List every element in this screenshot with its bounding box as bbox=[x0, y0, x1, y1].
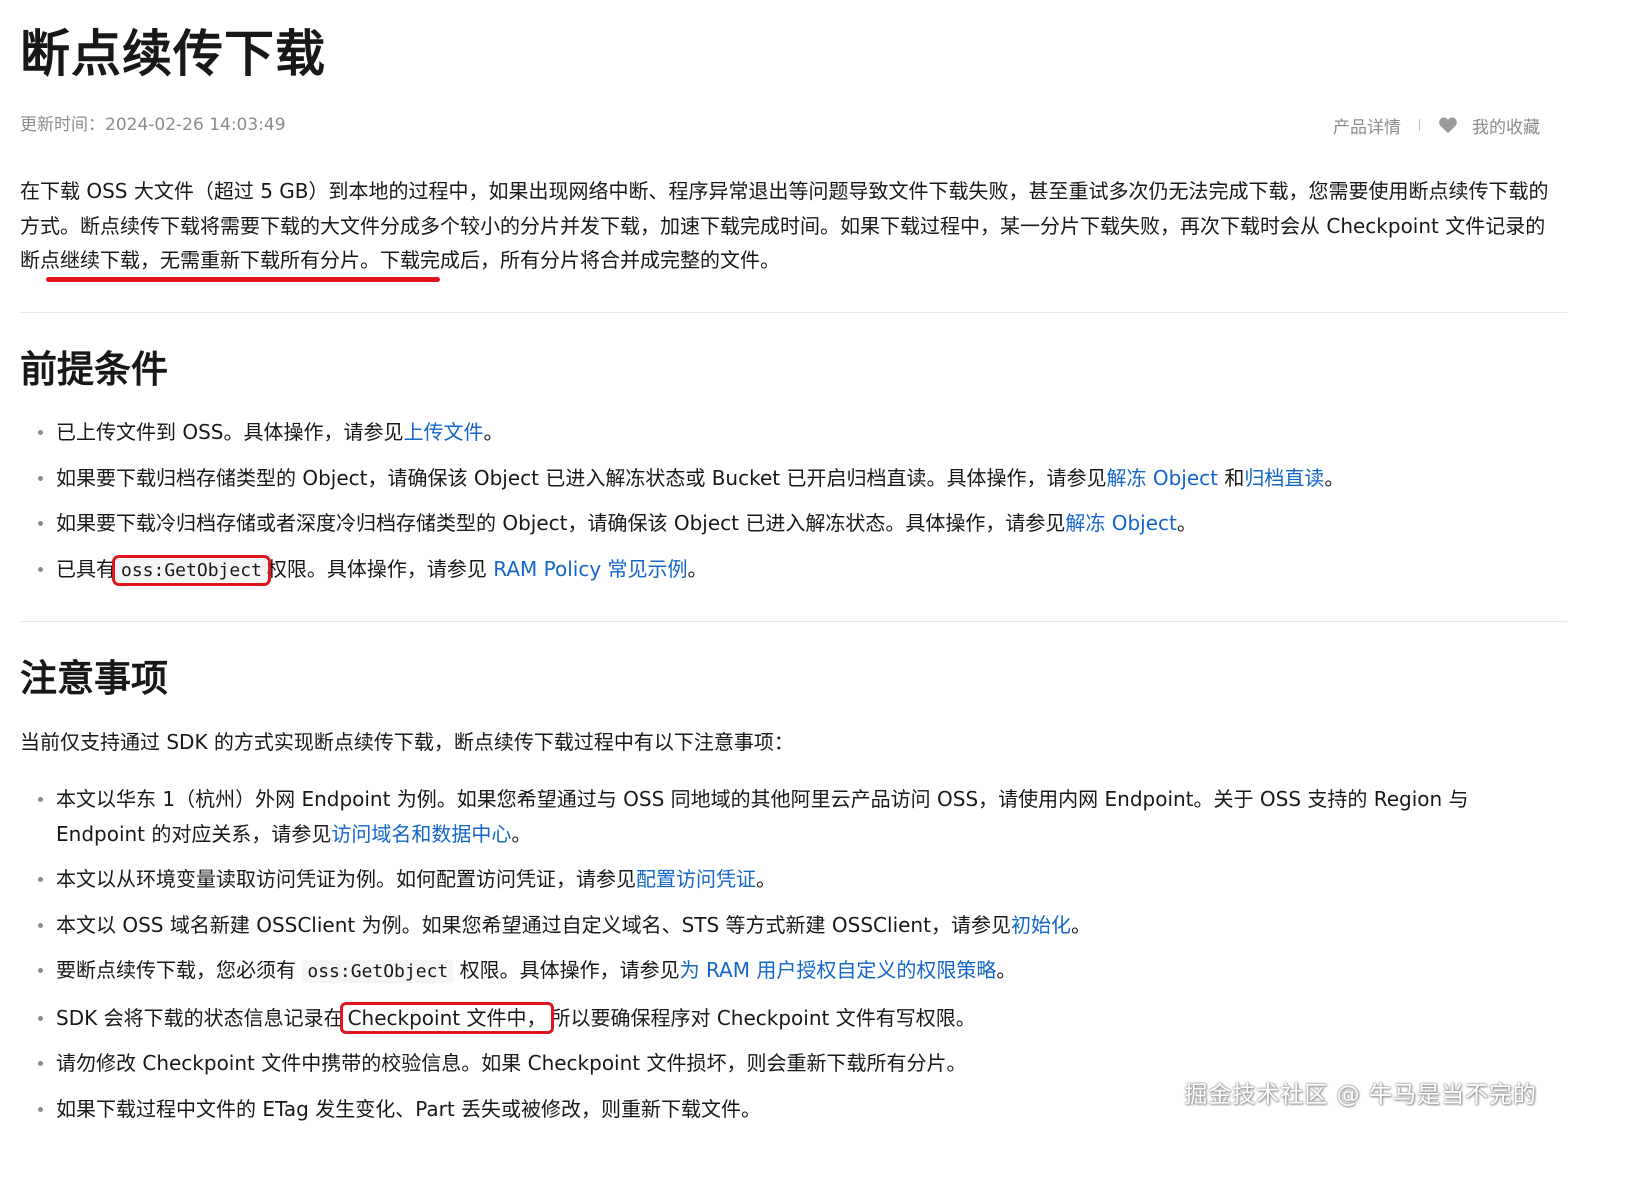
item-end: 。 bbox=[1324, 465, 1345, 490]
link-unfreeze-object[interactable]: 解冻 Object bbox=[1106, 466, 1218, 490]
bullet-icon bbox=[38, 430, 43, 435]
list-item: 如果要下载归档存储类型的 Object，请确保该 Object 已进入解冻状态或… bbox=[20, 461, 1550, 496]
item-end: 。 bbox=[687, 556, 708, 581]
meta-divider bbox=[1419, 119, 1420, 131]
bullet-icon bbox=[38, 521, 43, 526]
permission-code: oss:GetObject bbox=[302, 960, 454, 983]
bullet-icon bbox=[38, 968, 43, 973]
bullet-icon bbox=[38, 1106, 43, 1112]
link-initialization[interactable]: 初始化 bbox=[1011, 913, 1071, 937]
section-divider bbox=[20, 621, 1567, 622]
intro-text-1: 在下载 OSS 大文件（超过 5 GB）到本地的过程中，如果出现网络中断、程序异… bbox=[20, 179, 1549, 238]
item-text: 本文以 OSS 域名新建 OSSClient 为例。如果您希望通过自定义域名、S… bbox=[56, 912, 1011, 937]
link-endpoints-regions[interactable]: 访问域名和数据中心 bbox=[331, 822, 511, 846]
checkpoint-boxed-text: Checkpoint 文件中， bbox=[339, 1001, 555, 1034]
list-item: SDK 会将下载的状态信息记录在 Checkpoint 文件中， 所以要确保程序对 … bbox=[20, 1001, 1550, 1036]
favorites-label: 我的收藏 bbox=[1472, 117, 1540, 138]
item-end: 。 bbox=[483, 420, 504, 444]
list-item: 本文以从环境变量读取访问凭证为例。如何配置访问凭证，请参见配置访问凭证。 bbox=[20, 862, 1550, 897]
item-text: 和 bbox=[1217, 465, 1245, 490]
permission-code-boxed: oss:GetObject bbox=[112, 554, 271, 586]
intro-paragraph: 在下载 OSS 大文件（超过 5 GB）到本地的过程中，如果出现网络中断、程序异… bbox=[20, 174, 1560, 278]
item-text: SDK 会将下载的状态信息记录在 bbox=[56, 1005, 344, 1030]
list-item: 本文以 OSS 域名新建 OSSClient 为例。如果您希望通过自定义域名、S… bbox=[20, 908, 1550, 943]
list-item: 本文以华东 1（杭州）外网 Endpoint 为例。如果您希望通过与 OSS 同… bbox=[20, 782, 1550, 851]
item-text: 已上传文件到 OSS。具体操作，请参见 bbox=[56, 420, 404, 444]
bullet-icon bbox=[38, 877, 43, 882]
list-item: 已具有 oss:GetObject 权限。具体操作，请参见 RAM Policy 常… bbox=[20, 552, 1550, 589]
item-text: 本文以华东 1（杭州）外网 Endpoint 为例。如果您希望通过与 OSS 同… bbox=[56, 787, 1469, 846]
item-end: 。 bbox=[1176, 511, 1197, 535]
list-item: 要断点续传下载，您必须有 oss:GetObject 权限。具体操作，请参见为 … bbox=[20, 953, 1550, 990]
list-item: 如果要下载冷归档存储或者深度冷归档存储类型的 Object，请确保该 Objec… bbox=[20, 506, 1550, 541]
notes-intro: 当前仅支持通过 SDK 的方式实现断点续传下载，断点续传下载过程中有以下注意事项… bbox=[20, 730, 794, 754]
list-item: 已上传文件到 OSS。具体操作，请参见上传文件。 bbox=[20, 415, 1550, 450]
watermark: 掘金技术社区 @ 牛马是当不完的 bbox=[1184, 1082, 1537, 1108]
bullet-icon bbox=[38, 475, 43, 481]
bullet-icon bbox=[38, 566, 43, 572]
article-page: 断点续传下载 更新时间：2024-02-26 14:03:49 产品详情 我的收… bbox=[0, 0, 1647, 1191]
bullet-icon bbox=[38, 1061, 43, 1066]
link-ram-policy-examples[interactable]: RAM Policy 常见示例 bbox=[493, 557, 687, 581]
item-text: 所以要确保程序对 Checkpoint 文件有写权限。 bbox=[550, 1005, 976, 1030]
item-end: 。 bbox=[996, 958, 1017, 982]
page-title: 断点续传下载 bbox=[20, 25, 326, 83]
item-text: 如果要下载冷归档存储或者深度冷归档存储类型的 Object，请确保该 Objec… bbox=[56, 511, 1066, 535]
item-text: 本文以从环境变量读取访问凭证为例。如何配置访问凭证，请参见 bbox=[56, 867, 636, 891]
update-time: 更新时间：2024-02-26 14:03:49 bbox=[20, 115, 286, 135]
section-divider bbox=[20, 312, 1567, 313]
item-end: 。 bbox=[511, 821, 532, 846]
item-text: 已具有 bbox=[56, 556, 116, 581]
heart-icon bbox=[1439, 117, 1457, 134]
item-text: 权限。具体操作，请参见 bbox=[453, 958, 680, 982]
meta-actions: 产品详情 我的收藏 bbox=[1333, 112, 1540, 138]
item-end: 。 bbox=[1070, 912, 1091, 937]
prereq-heading: 前提条件 bbox=[20, 348, 168, 391]
link-unfreeze-object[interactable]: 解冻 Object bbox=[1065, 511, 1177, 535]
item-text: 如果下载过程中文件的 ETag 发生变化、Part 丢失或被修改，则重新下载文件… bbox=[56, 1096, 762, 1121]
meta-row: 更新时间：2024-02-26 14:03:49 产品详情 我的收藏 bbox=[20, 112, 1540, 138]
item-text: 如果要下载归档存储类型的 Object，请确保该 Object 已进入解冻状态或… bbox=[56, 465, 1107, 490]
link-upload-file[interactable]: 上传文件 bbox=[404, 420, 484, 444]
notes-heading: 注意事项 bbox=[20, 657, 168, 700]
product-details-link[interactable]: 产品详情 bbox=[1333, 113, 1401, 138]
link-archive-direct-read[interactable]: 归档直读 bbox=[1244, 466, 1324, 490]
red-underline-annotation bbox=[46, 277, 440, 282]
link-ram-custom-policy[interactable]: 为 RAM 用户授权自定义的权限策略 bbox=[680, 958, 997, 982]
item-text: 要断点续传下载，您必须有 bbox=[56, 958, 303, 982]
bullet-icon bbox=[38, 1015, 43, 1021]
item-text: 权限。具体操作，请参见 bbox=[266, 556, 494, 581]
item-text: 请勿修改 Checkpoint 文件中携带的校验信息。如果 Checkpoint… bbox=[56, 1051, 967, 1075]
bullet-icon bbox=[38, 922, 43, 928]
intro-text-2: 。下载完成后，所有分片将合并成完整的文件。 bbox=[360, 248, 780, 272]
bullet-icon bbox=[38, 797, 43, 802]
favorites-button[interactable]: 我的收藏 bbox=[1438, 113, 1540, 138]
link-configure-credentials[interactable]: 配置访问凭证 bbox=[636, 867, 756, 891]
item-end: 。 bbox=[756, 867, 776, 891]
prereq-list: 已上传文件到 OSS。具体操作，请参见上传文件。 如果要下载归档存储类型的 Ob… bbox=[20, 415, 1550, 588]
